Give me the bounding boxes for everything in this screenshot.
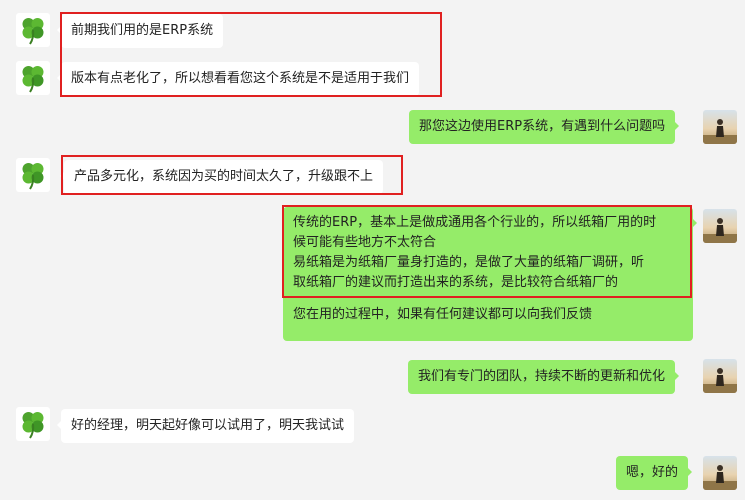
self-avatar-icon[interactable]: [703, 456, 737, 490]
self-avatar-icon[interactable]: [703, 359, 737, 393]
message-bubble-incoming: 好的经理，明天起好像可以试用了，明天我试试: [57, 409, 355, 443]
contact-avatar-icon[interactable]: [16, 61, 50, 95]
message-text: 嗯，好的: [626, 465, 679, 480]
message-text: 我们有专门的团队，持续不断的更新和优化: [418, 369, 666, 384]
self-avatar-icon[interactable]: [703, 110, 737, 144]
highlight-box: [60, 12, 442, 97]
contact-avatar-icon[interactable]: [16, 407, 50, 441]
self-avatar-icon[interactable]: [703, 209, 737, 243]
chat-window: { "messages": { "m1": "前期我们用的是ERP系统", "m…: [0, 0, 745, 500]
contact-avatar-icon[interactable]: [16, 158, 50, 192]
contact-avatar-icon[interactable]: [16, 13, 50, 47]
message-line: 您在用的过程中，如果有任何建议都可以向我们反馈: [293, 307, 593, 322]
message-bubble-outgoing: 嗯，好的: [616, 456, 693, 490]
highlight-box: [282, 205, 692, 298]
message-text: 那您这边使用ERP系统，有遇到什么问题吗: [419, 119, 666, 134]
message-bubble-outgoing: 那您这边使用ERP系统，有遇到什么问题吗: [409, 110, 680, 144]
message-text: 好的经理，明天起好像可以试用了，明天我试试: [71, 418, 345, 433]
message-bubble-outgoing: 我们有专门的团队，持续不断的更新和优化: [408, 360, 680, 394]
highlight-box: [61, 155, 403, 195]
